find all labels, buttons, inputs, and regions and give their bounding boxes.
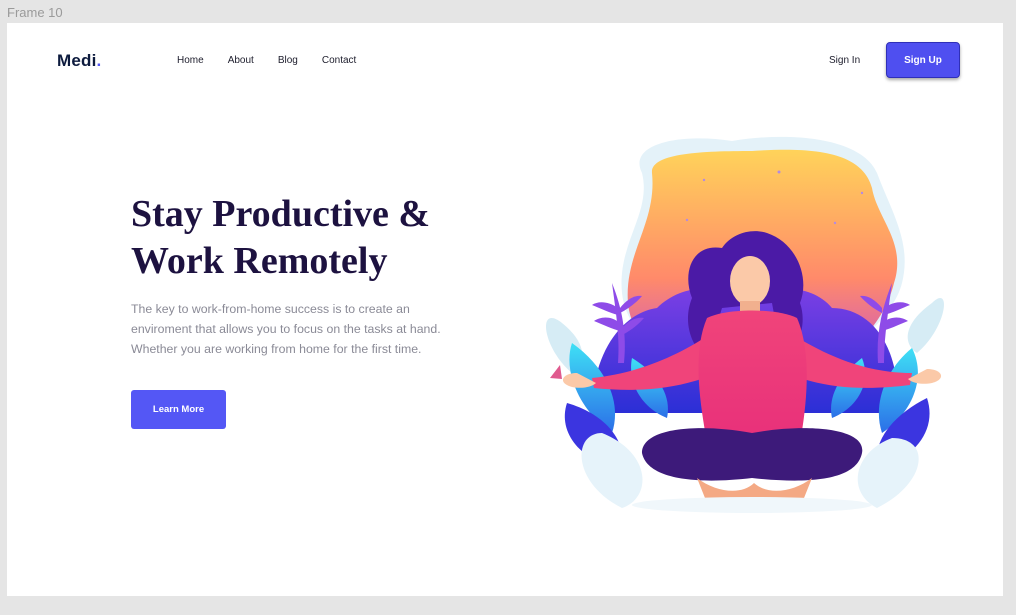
sign-in-link[interactable]: Sign In bbox=[829, 55, 860, 66]
face bbox=[730, 256, 770, 306]
hero-title: Stay Productive & Work Remotely bbox=[131, 191, 491, 285]
star bbox=[833, 221, 837, 225]
main-nav: Home About Blog Contact bbox=[177, 55, 380, 66]
frame-label: Frame 10 bbox=[7, 5, 63, 20]
star bbox=[685, 218, 689, 222]
leaf-pale-right bbox=[907, 298, 944, 353]
nav-item-blog[interactable]: Blog bbox=[278, 55, 298, 66]
learn-more-button[interactable]: Learn More bbox=[131, 390, 226, 429]
hero-title-line-2: Work Remotely bbox=[131, 240, 388, 282]
hero-description-line-3: Whether you are working from home for th… bbox=[131, 342, 422, 356]
brand-logo[interactable]: Medi. bbox=[57, 51, 101, 71]
star bbox=[860, 191, 864, 195]
nav-item-contact[interactable]: Contact bbox=[322, 55, 356, 66]
sign-up-button[interactable]: Sign Up bbox=[886, 42, 960, 78]
star bbox=[777, 170, 781, 174]
landing-page-frame: Medi. Home About Blog Contact Sign In Si… bbox=[7, 23, 1003, 596]
shirt bbox=[698, 310, 807, 443]
ground-shadow bbox=[632, 497, 872, 513]
legs bbox=[642, 428, 863, 481]
brand-name: Medi bbox=[57, 51, 97, 70]
hero-description: The key to work-from-home success is to … bbox=[131, 299, 476, 359]
leaf-pale-front-left bbox=[581, 433, 643, 508]
hero-title-line-1: Stay Productive & bbox=[131, 193, 431, 235]
nav-item-home[interactable]: Home bbox=[177, 55, 204, 66]
star bbox=[702, 178, 706, 182]
hero-description-line-2: enviroment that allows you to focus on t… bbox=[131, 322, 441, 336]
leaf-pale-front-right bbox=[857, 438, 919, 508]
woman-meditating-illustration bbox=[545, 136, 944, 513]
hero-description-line-1: The key to work-from-home success is to … bbox=[131, 302, 410, 316]
brand-dot: . bbox=[96, 51, 102, 70]
nav-item-about[interactable]: About bbox=[228, 55, 254, 66]
triangle-accent bbox=[550, 365, 562, 379]
